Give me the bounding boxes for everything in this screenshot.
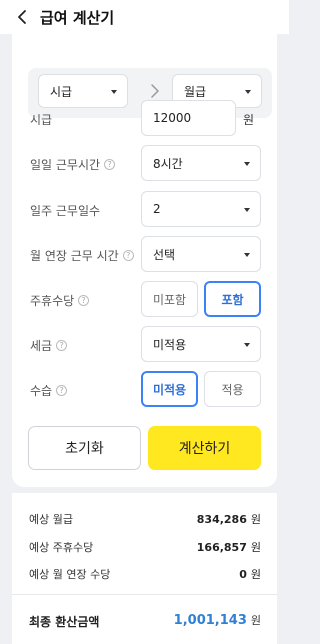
- total-amount-label: 최종 환산금액: [29, 615, 100, 629]
- overtime-pay-label: 예상 월 연장 수당: [29, 568, 111, 581]
- holiday-pay-amount: 166,857 원: [196, 541, 261, 554]
- probation-not-applied-option[interactable]: 미적용: [141, 371, 198, 407]
- monthly-pay-label: 예상 월급: [29, 513, 73, 526]
- caret-down-icon: [244, 253, 250, 257]
- holiday-pay-include-option[interactable]: 포함: [204, 281, 261, 317]
- holiday-pay-exclude-option[interactable]: 미포함: [141, 281, 198, 317]
- divider: [12, 594, 277, 595]
- help-icon[interactable]: ?: [56, 385, 68, 396]
- help-icon[interactable]: ?: [78, 295, 90, 306]
- from-unit-select[interactable]: 시급: [38, 74, 128, 108]
- weekly-days-select[interactable]: 2: [141, 191, 261, 227]
- weekly-days-value: 2: [153, 202, 161, 216]
- tax-select[interactable]: 미적용: [141, 326, 261, 362]
- top-bar: 급여 계산기: [0, 0, 289, 34]
- help-icon[interactable]: ?: [56, 340, 68, 351]
- overtime-label: 월 연장 근무 시간?: [30, 247, 134, 264]
- hourly-wage-unit: 원: [243, 113, 255, 127]
- overtime-select[interactable]: 선택: [141, 236, 261, 272]
- tax-label: 세금?: [30, 337, 68, 354]
- probation-label: 수습?: [30, 382, 68, 399]
- back-button[interactable]: [8, 0, 36, 34]
- daily-hours-label: 일일 근무시간?: [30, 156, 116, 173]
- probation-applied-option[interactable]: 적용: [204, 371, 261, 407]
- calculate-button[interactable]: 계산하기: [148, 426, 261, 470]
- hourly-wage-input[interactable]: 12000: [141, 100, 236, 136]
- hourly-wage-label: 시급: [30, 113, 53, 127]
- to-unit-value: 월급: [184, 84, 207, 99]
- hourly-wage-value: 12000: [153, 111, 192, 125]
- overtime-pay-amount: 0원: [239, 568, 261, 581]
- weekly-days-label: 일주 근무일수: [30, 204, 101, 218]
- help-icon[interactable]: ?: [104, 159, 116, 170]
- caret-down-icon: [111, 90, 117, 94]
- daily-hours-select[interactable]: 8시간: [141, 145, 261, 181]
- holiday-pay-result-label: 예상 주휴수당: [29, 541, 94, 554]
- caret-down-icon: [245, 90, 251, 94]
- caret-down-icon: [244, 162, 250, 166]
- from-unit-value: 시급: [50, 84, 73, 99]
- total-amount: 1,001,143 원: [173, 613, 261, 628]
- results-panel: 예상 월급 834,286 원 예상 주휴수당 166,857 원 예상 월 연장 …: [12, 493, 277, 644]
- tax-value: 미적용: [153, 337, 187, 352]
- reset-button[interactable]: 초기화: [28, 426, 141, 470]
- chevron-right-icon: [151, 84, 159, 98]
- caret-down-icon: [244, 208, 250, 212]
- holiday-pay-label: 주휴수당?: [30, 292, 90, 309]
- caret-down-icon: [244, 343, 250, 347]
- daily-hours-value: 8시간: [153, 156, 183, 171]
- monthly-pay-amount: 834,286 원: [196, 513, 261, 526]
- page-title: 급여 계산기: [40, 8, 115, 27]
- overtime-value: 선택: [153, 247, 176, 262]
- help-icon[interactable]: ?: [122, 250, 134, 261]
- chevron-left-icon: [18, 10, 26, 24]
